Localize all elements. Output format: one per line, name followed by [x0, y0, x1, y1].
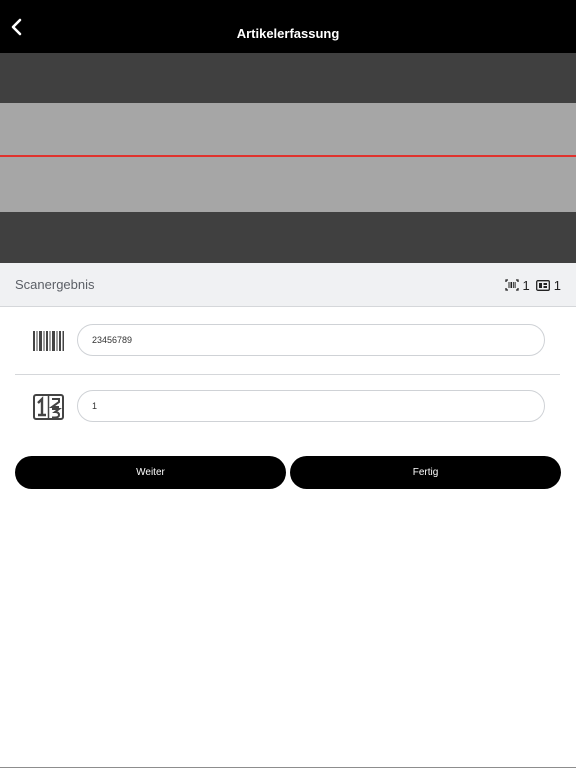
- quantity-icon: [33, 391, 64, 422]
- scan-result-label: Scanergebnis: [15, 277, 95, 292]
- barcode-row: [15, 308, 560, 375]
- quantity-input[interactable]: [77, 390, 545, 422]
- done-button[interactable]: Fertig: [290, 456, 561, 489]
- barcode-input[interactable]: [77, 324, 545, 356]
- quantity-counter: 1: [535, 277, 561, 293]
- scan-window: [0, 103, 576, 212]
- quantity-count: 1: [553, 277, 561, 293]
- quantity-row: [15, 374, 560, 440]
- scan-result-header: Scanergebnis 1 1: [0, 263, 576, 307]
- scan-line: [0, 155, 576, 157]
- barcode-scan-icon: [504, 279, 519, 291]
- barcode-icon: [33, 325, 64, 356]
- barcode-counter: 1: [504, 277, 530, 293]
- camera-scan-area[interactable]: [0, 53, 576, 263]
- barcode-count: 1: [522, 277, 530, 293]
- next-button[interactable]: Weiter: [15, 456, 286, 489]
- scan-counters: 1 1: [504, 263, 561, 307]
- top-navigation-bar: Artikelerfassung: [0, 0, 576, 53]
- quantity-box-icon: [535, 279, 550, 291]
